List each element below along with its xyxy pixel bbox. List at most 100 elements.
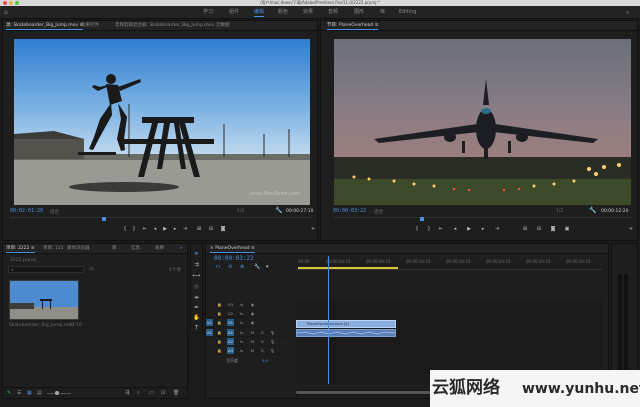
tab-sequence[interactable]: × PlaneOverhead ≡ [210, 246, 255, 253]
insert-icon[interactable]: ⊞ [195, 226, 203, 232]
source-video-frame[interactable] [14, 39, 310, 205]
program-play-icon[interactable]: ▶ [465, 226, 473, 232]
program-add-button-icon[interactable]: + [627, 226, 635, 232]
tab-project-111[interactable]: 项目: 111 [43, 246, 64, 252]
workspace-color[interactable]: 颜色 [278, 9, 288, 16]
program-wrench-icon[interactable]: 🔧 [589, 207, 596, 214]
track-label-a3[interactable]: A3 [227, 347, 234, 354]
zoom-slider-handle[interactable] [55, 391, 59, 395]
step-forward-icon[interactable]: ▸ [171, 226, 179, 232]
sync-lock-icon[interactable]: ⇆ [238, 319, 245, 326]
ripple-edit-tool-icon[interactable]: ⟷ [192, 272, 201, 281]
tab-source[interactable]: 源: Skateboarder_Big_Jump.mov ≡ [6, 23, 84, 30]
sync-lock-icon[interactable]: ⇆ [238, 338, 245, 345]
audio-clip[interactable] [296, 329, 396, 337]
lock-icon[interactable]: 🔒 [216, 301, 223, 308]
workspace-learn[interactable]: 学习 [203, 9, 213, 16]
project-search-input[interactable]: ⌕ [8, 266, 84, 273]
zoom-slider[interactable] [47, 391, 71, 395]
eye-icon[interactable]: ◉ [249, 310, 256, 317]
track-label-a2[interactable]: A2 [227, 338, 234, 345]
program-scrubber[interactable] [334, 217, 631, 221]
track-label-v1[interactable]: V1 [227, 319, 234, 326]
tab-project-2222[interactable]: 项目: 2222 ≡ [6, 246, 35, 253]
tab-effects[interactable]: 效果 [155, 246, 164, 252]
source-resolution-dropdown[interactable]: 1/2 [237, 209, 244, 214]
workspace-audio[interactable]: 音频 [328, 9, 338, 16]
pen-tool-icon[interactable]: ✒ [192, 304, 201, 313]
find-icon[interactable]: ⌕ [137, 390, 140, 396]
tab-media-browser[interactable]: 媒体浏览器 [67, 246, 90, 252]
eye-icon[interactable]: ◉ [249, 319, 256, 326]
workspace-editing-custom[interactable]: Editing [399, 9, 416, 16]
track-label-a1[interactable]: A1 [227, 329, 234, 336]
sync-lock-icon[interactable]: ⇆ [238, 310, 245, 317]
time-ruler[interactable]: 00:00 00:00:04:23 00:00:09:23 00:00:14:2… [296, 256, 602, 270]
tab-effect-controls[interactable]: 效果控件 [81, 23, 99, 29]
work-area-bar[interactable] [298, 267, 398, 269]
source-patch-v1[interactable]: V1 [206, 319, 213, 326]
write-protect-icon[interactable]: ✎ [7, 390, 11, 396]
extract-icon[interactable]: ⊟ [535, 226, 543, 232]
selection-tool-icon[interactable]: ➤ [192, 250, 201, 259]
overwrite-icon[interactable]: ⊟ [207, 226, 215, 232]
step-back-icon[interactable]: ◂ [151, 226, 159, 232]
program-timecode[interactable]: 00:00:03:22 [333, 208, 366, 214]
eye-icon[interactable]: ◉ [249, 301, 256, 308]
program-video-frame[interactable] [334, 39, 631, 205]
mute-icon[interactable]: M [249, 338, 256, 345]
workspace-graphics[interactable]: 图形 [354, 9, 364, 16]
workspace-effects[interactable]: 效果 [303, 9, 313, 16]
solo-icon[interactable]: S [259, 329, 266, 336]
program-mark-in-icon[interactable]: { [413, 226, 421, 232]
home-icon[interactable]: ⌂ [4, 9, 8, 16]
tab-libraries[interactable]: 库 [112, 246, 117, 252]
master-volume[interactable]: 0.0 [258, 357, 272, 364]
source-fit-dropdown[interactable]: 适合 [50, 209, 59, 215]
mic-icon[interactable]: 🎙 [269, 347, 276, 354]
slip-tool-icon[interactable]: ⇹ [192, 294, 201, 303]
program-step-forward-icon[interactable]: ▸ [479, 226, 487, 232]
program-export-frame-icon[interactable]: ◙ [549, 226, 557, 232]
new-bin-bottom-icon[interactable]: ▭ [149, 390, 154, 396]
clip-thumbnail[interactable] [9, 280, 79, 320]
type-tool-icon[interactable]: T [192, 324, 201, 333]
export-frame-icon[interactable]: ◙ [219, 226, 227, 232]
program-go-to-in-icon[interactable]: ⇤ [437, 226, 445, 232]
program-step-back-icon[interactable]: ◂ [451, 226, 459, 232]
track-label-v3[interactable]: V3 [227, 301, 234, 308]
source-patch-a1[interactable]: A1 [206, 329, 213, 336]
lift-icon[interactable]: ⊞ [521, 226, 529, 232]
mark-out-icon[interactable]: } [130, 226, 138, 232]
comparison-view-icon[interactable]: ▣ [563, 226, 571, 232]
sync-lock-icon[interactable]: ⇆ [238, 301, 245, 308]
workspace-editing[interactable]: 编辑 [254, 9, 265, 17]
program-mark-out-icon[interactable]: } [425, 226, 433, 232]
solo-icon[interactable]: S [259, 338, 266, 345]
panel-expand-icon[interactable]: » [180, 246, 183, 252]
play-icon[interactable]: ▶ [161, 226, 169, 232]
clear-icon[interactable]: 🗑 [173, 390, 179, 396]
wrench-icon[interactable]: 🔧 [275, 207, 282, 214]
program-fit-dropdown[interactable]: 适合 [374, 209, 383, 215]
source-timecode[interactable]: 00:02:01:20 [10, 208, 43, 214]
workspace-libraries[interactable]: 库 [380, 9, 385, 16]
mute-icon[interactable]: M [249, 329, 256, 336]
tab-audio-clip-mixer[interactable]: 音频剪辑混合器: Skateboarder_Big_Jump.mov [115, 23, 214, 29]
go-to-in-icon[interactable]: ⇤ [141, 226, 149, 232]
new-item-icon[interactable]: ⊡ [161, 390, 165, 396]
source-playhead[interactable] [102, 217, 106, 221]
snap-icon[interactable]: ⊓ [216, 264, 220, 270]
razor-tool-icon[interactable]: ◇ [192, 283, 201, 292]
hand-tool-icon[interactable]: ✋ [192, 314, 201, 323]
program-resolution-dropdown[interactable]: 1/2 [556, 209, 563, 214]
freeform-view-icon[interactable]: ▤ [37, 390, 42, 396]
search-icon[interactable]: ⌕ [626, 9, 629, 17]
new-bin-icon[interactable]: ▭ [89, 266, 94, 272]
lock-icon[interactable]: 🔒 [216, 338, 223, 345]
mark-in-icon[interactable]: { [121, 226, 129, 232]
automate-icon[interactable]: ⇶ [125, 390, 129, 396]
tab-info[interactable]: 信息 [131, 246, 140, 252]
icon-view-icon[interactable]: ▦ [27, 390, 32, 396]
mic-icon[interactable]: 🎙 [269, 338, 276, 345]
